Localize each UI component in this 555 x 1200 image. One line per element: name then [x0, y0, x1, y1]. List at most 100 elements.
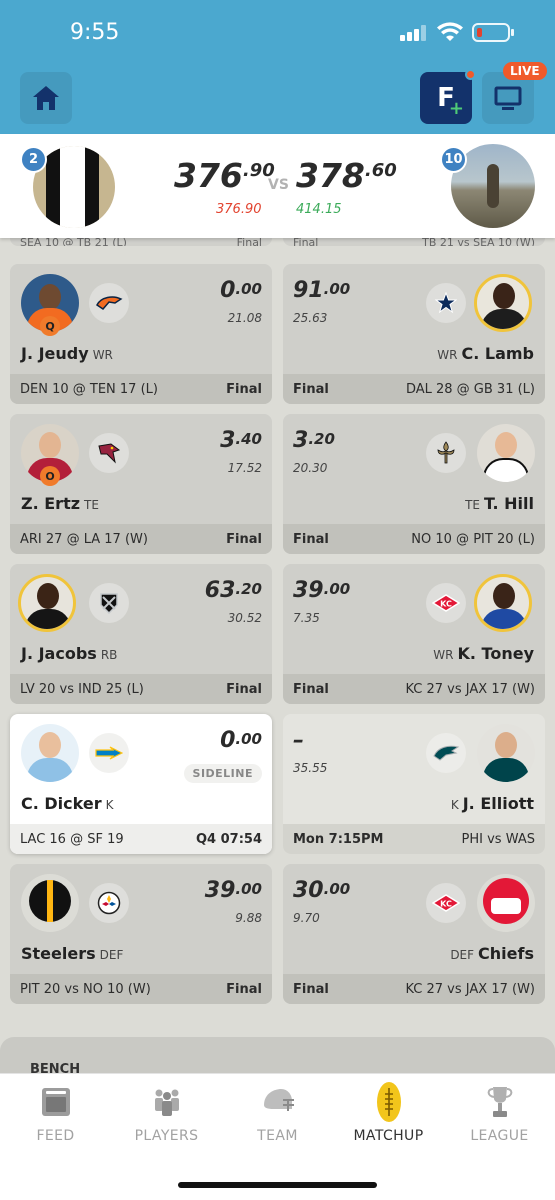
game-status: Final NO 10 @ PIT 20 (L) [283, 524, 545, 554]
tab-league[interactable]: LEAGUE [444, 1074, 555, 1164]
defense-projection: 9.88 [235, 911, 262, 925]
game-status: Final KC 27 vs JAX 17 (W) [283, 974, 545, 1004]
tab-team[interactable]: TEAM [222, 1074, 333, 1164]
defense-projection: 9.70 [293, 911, 320, 925]
player-name: K J. Elliott [450, 794, 534, 813]
player-name: Z. Ertz TE [21, 494, 99, 513]
wifi-icon [437, 22, 463, 41]
defense-points: 30.00 [293, 878, 351, 903]
feed-icon [41, 1088, 70, 1116]
game-status: PIT 20 vs NO 10 (W) Final [10, 974, 272, 1004]
home-indicator[interactable] [178, 1182, 377, 1188]
trophy-icon [487, 1087, 512, 1117]
player-projection: 30.52 [227, 611, 262, 625]
player-card-lamb[interactable]: 91.00 25.63 WR C. Lamb Final DAL 28 @ GB 3… [283, 264, 545, 404]
defense-card-chiefs[interactable]: 30.00 9.70 KC DEF Chiefs Final KC 27 vs JA… [283, 864, 545, 1004]
home-icon [33, 86, 59, 110]
cellular-signal-icon [400, 25, 428, 41]
player-name: TE T. Hill [465, 494, 534, 513]
defense-avatar [21, 874, 79, 932]
raiders-icon [89, 583, 129, 623]
player-avatar [477, 724, 535, 782]
notification-dot [465, 69, 476, 80]
cowboys-icon [426, 283, 466, 323]
player-projection: 21.08 [227, 311, 262, 325]
tab-matchup[interactable]: MATCHUP [333, 1074, 444, 1164]
fantasy-plus-button[interactable]: F + [420, 69, 476, 124]
player-points-empty: – [293, 728, 304, 753]
players-icon [154, 1089, 179, 1116]
defense-points: 39.00 [204, 878, 262, 903]
player-name: WR K. Toney [433, 644, 534, 663]
tab-feed[interactable]: FEED [0, 1074, 111, 1164]
player-projection: 25.63 [293, 311, 328, 325]
sideline-badge: SIDELINE [183, 764, 262, 783]
player-points: 39.00 [293, 578, 351, 603]
chargers-icon [89, 733, 129, 773]
defense-name: Steelers DEF [21, 944, 124, 963]
player-avatar [21, 724, 79, 782]
steelers-icon [89, 883, 129, 923]
game-status: LV 20 vs IND 25 (L) Final [10, 674, 272, 704]
cardinals-icon [89, 433, 129, 473]
player-points: 3.20 [293, 428, 335, 453]
game-status: LAC 16 @ SF 19 Q4 07:54 [10, 824, 272, 854]
player-points: 63.20 [204, 578, 262, 603]
saints-icon [426, 433, 466, 473]
chiefs-icon: KC [426, 883, 466, 923]
defense-name: DEF Chiefs [450, 944, 534, 963]
player-avatar [474, 574, 532, 632]
tv-icon [494, 86, 522, 110]
game-status: DEN 10 @ TEN 17 (L) Final [10, 374, 272, 404]
eagles-icon [426, 733, 466, 773]
home-button[interactable] [20, 72, 72, 124]
bottom-tab-bar: FEED PLAYERS TEAM MATCHUP LEAGUE [0, 1073, 555, 1200]
defense-card-steelers[interactable]: 39.00 9.88 Steelers DEF PIT 20 vs NO 10 (… [10, 864, 272, 1004]
injury-out-badge: O [40, 466, 60, 486]
my-team-rank-badge: 2 [20, 146, 47, 173]
player-projection: 20.30 [293, 461, 328, 475]
player-points: 91.00 [293, 278, 351, 303]
player-card-jeudy[interactable]: Q 0.00 21.08 J. Jeudy WR DEN 10 @ TEN 17 … [10, 264, 272, 404]
player-card-hill[interactable]: 3.20 20.30 TE T. Hill Final NO 10 @ PIT 20… [283, 414, 545, 554]
player-projection: 17.52 [227, 461, 262, 475]
tab-players[interactable]: PLAYERS [111, 1074, 222, 1164]
injury-questionable-badge: Q [40, 316, 60, 336]
plus-icon: + [448, 98, 464, 119]
player-card-elliott[interactable]: – 35.55 K J. Elliott Mon 7:15PM PHI vs WAS [283, 714, 545, 854]
player-name: C. Dicker K [21, 794, 114, 813]
player-projection: 7.35 [293, 611, 320, 625]
game-status: ARI 27 @ LA 17 (W) Final [10, 524, 272, 554]
player-card-jacobs[interactable]: 63.20 30.52 J. Jacobs RB LV 20 vs IND 25 … [10, 564, 272, 704]
vs-label: VS [268, 177, 289, 193]
opponent-score: 378.60 [296, 156, 397, 195]
helmet-icon [263, 1089, 294, 1111]
player-card-dicker[interactable]: 0.00 SIDELINE C. Dicker K LAC 16 @ SF 19 Q… [10, 714, 272, 854]
player-avatar [18, 574, 76, 632]
player-card-ertz[interactable]: O 3.40 17.52 Z. Ertz TE ARI 27 @ LA 17 (W… [10, 414, 272, 554]
broncos-icon [89, 283, 129, 323]
player-avatar [477, 424, 535, 482]
game-status: Final KC 27 vs JAX 17 (W) [283, 674, 545, 704]
opponent-rank-badge: 10 [440, 146, 467, 173]
player-name: J. Jeudy WR [21, 344, 113, 363]
svg-text:KC: KC [440, 900, 452, 909]
player-points: 0.00 [220, 728, 262, 753]
defense-avatar [477, 874, 535, 932]
player-projection: 35.55 [293, 761, 328, 775]
player-points: 0.00 [220, 278, 262, 303]
live-badge: LIVE [503, 62, 547, 80]
status-time: 9:55 [70, 20, 120, 45]
football-icon [376, 1082, 401, 1122]
game-status: Final DAL 28 @ GB 31 (L) [283, 374, 545, 404]
battery-icon [472, 23, 514, 42]
player-name: WR C. Lamb [437, 344, 534, 363]
svg-text:KC: KC [440, 600, 452, 609]
opponent-projection: 414.15 [296, 202, 342, 217]
my-team-score: 376.90 [174, 156, 275, 195]
player-avatar [474, 274, 532, 332]
chiefs-icon: KC [426, 583, 466, 623]
my-team-projection: 376.90 [216, 202, 262, 217]
game-status: Mon 7:15PM PHI vs WAS [283, 824, 545, 854]
player-card-toney[interactable]: 39.00 7.35 KC WR K. Toney Final KC 27 vs J… [283, 564, 545, 704]
